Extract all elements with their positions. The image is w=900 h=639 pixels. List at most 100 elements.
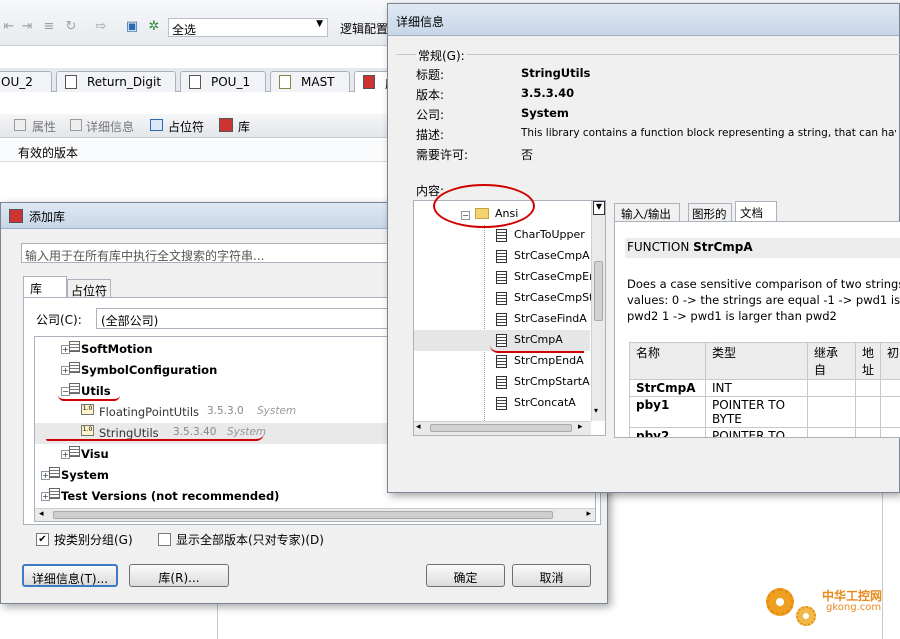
- documentation-panel: FUNCTION StrCmpA Does a case sensitive c…: [614, 221, 900, 438]
- tab-return-digit[interactable]: Return_Digit: [56, 71, 176, 92]
- col-header: 初: [880, 342, 900, 380]
- divider: [882, 490, 883, 639]
- category-icon: [69, 383, 80, 394]
- details-button[interactable]: 详细信息: [86, 118, 134, 135]
- contents-tree: − Ansi CharToUpper StrCaseCmpA StrCaseCm…: [413, 200, 606, 436]
- function-icon: [496, 397, 507, 410]
- vertical-scrollbar[interactable]: ▼ ▾: [591, 201, 605, 421]
- ok-button[interactable]: 确定: [426, 564, 505, 587]
- refresh-icon[interactable]: ↻: [64, 20, 78, 34]
- contents-item[interactable]: StrCaseCmpSta: [414, 288, 600, 309]
- tab-pou2[interactable]: OU_2: [0, 71, 52, 92]
- group-by-category-checkbox[interactable]: ✔: [36, 533, 49, 546]
- scroll-thumb[interactable]: [430, 424, 572, 432]
- io-table: 名称 类型 继承自 地址 初 StrCmpA INT pby1 POINTER TO…: [629, 342, 900, 437]
- table-row: pby1 POINTER TO BYTE: [629, 396, 900, 428]
- scroll-thumb[interactable]: [594, 261, 603, 321]
- chevron-down-icon[interactable]: ▼: [593, 201, 605, 215]
- select-all-value: 全选: [172, 23, 197, 37]
- details-button[interactable]: 详细信息(T)...: [22, 564, 118, 587]
- contents-item[interactable]: CharToUpper: [414, 225, 590, 246]
- cancel-button[interactable]: 取消: [512, 564, 591, 587]
- group-by-category-label: 按类别分组(G): [54, 533, 133, 547]
- show-all-versions-label: 显示全部版本(只对专家)(D): [176, 533, 324, 547]
- general-group: 常规(G):: [396, 47, 900, 176]
- contents-item[interactable]: StrConcatA: [414, 393, 590, 414]
- category-icon: [49, 488, 60, 499]
- field-key: 标题:: [416, 68, 445, 82]
- function-prefix: FUNCTION: [627, 240, 694, 254]
- details-dialog: 详细信息 常规(G): 标题: StringUtils 版本: 3.5.3.40…: [387, 3, 900, 493]
- doc-description: Does a case sensitive comparison of two …: [627, 277, 900, 323]
- task-icon: [279, 75, 291, 89]
- placeholder-icon: [150, 119, 163, 131]
- pou-icon: [189, 75, 201, 89]
- function-icon: [496, 250, 507, 263]
- library-button[interactable]: 库: [238, 118, 250, 135]
- scroll-thumb[interactable]: [53, 511, 553, 519]
- scroll-down-icon[interactable]: ▾: [594, 406, 598, 415]
- indent-icon[interactable]: ⇤: [2, 20, 16, 34]
- dialog-title: 详细信息: [396, 15, 445, 29]
- contents-item[interactable]: StrCmpStartA: [414, 372, 590, 393]
- function-icon: [496, 292, 507, 305]
- library-icon: [363, 75, 375, 89]
- library-repository-button[interactable]: 库(R)...: [129, 564, 229, 587]
- tab-documentation[interactable]: 文档: [735, 201, 777, 222]
- scroll-left-icon[interactable]: ◂: [39, 509, 44, 519]
- function-icon: [496, 376, 507, 389]
- tab-pou1[interactable]: POU_1: [180, 71, 266, 92]
- col-header: 名称: [629, 342, 706, 380]
- category-icon: [69, 446, 80, 457]
- category-icon: [69, 341, 80, 352]
- category-icon: [49, 467, 60, 478]
- horizontal-scrollbar[interactable]: ◂ ▸: [414, 421, 591, 435]
- library-icon: [9, 209, 23, 223]
- logic-config-label[interactable]: 逻辑配置: [340, 20, 388, 37]
- dialog-title: 添加库: [29, 210, 66, 224]
- tab-libraries[interactable]: 库: [23, 276, 67, 298]
- contents-item[interactable]: StrCaseCmpEnc: [414, 267, 602, 288]
- select-all-icon[interactable]: ✲: [147, 20, 161, 34]
- placeholder-button[interactable]: 占位符: [168, 118, 204, 135]
- field-key: 需要许可:: [416, 148, 469, 162]
- document-icon: [65, 75, 77, 89]
- divider: [217, 600, 218, 639]
- step-icon[interactable]: ⇨: [94, 20, 108, 34]
- table-row: StrCmpA INT: [629, 379, 900, 397]
- select-combo[interactable]: 全选 ▼: [168, 18, 328, 37]
- field-company-value: System: [521, 106, 569, 120]
- list-icon[interactable]: ≡: [42, 20, 56, 34]
- contents-item[interactable]: StrCmpEndA: [414, 351, 590, 372]
- scroll-right-icon[interactable]: ▸: [578, 422, 583, 432]
- tab-mast[interactable]: MAST: [270, 71, 350, 92]
- field-title-value: StringUtils: [521, 66, 591, 80]
- contents-item[interactable]: StrCaseFindA: [414, 309, 590, 330]
- outdent-icon[interactable]: ⇥: [20, 20, 34, 34]
- horizontal-scrollbar[interactable]: ◂ ▸: [35, 508, 595, 521]
- details-titlebar: 详细信息: [388, 4, 899, 36]
- annotation-underline: [58, 395, 120, 401]
- function-icon: [496, 229, 507, 242]
- field-key: 版本:: [416, 88, 445, 102]
- show-all-versions-checkbox[interactable]: [158, 533, 171, 546]
- scroll-left-icon[interactable]: ◂: [416, 422, 421, 432]
- col-header: 类型: [705, 342, 808, 380]
- scroll-right-icon[interactable]: ▸: [586, 509, 591, 519]
- tab-io[interactable]: 输入/输出: [614, 203, 680, 222]
- function-icon: [496, 313, 507, 326]
- col-header: 地址: [854, 342, 882, 380]
- library-version-icon: 1.0: [81, 404, 94, 415]
- details-icon: [70, 119, 82, 131]
- field-key: 公司:: [416, 108, 445, 122]
- tab-placeholders[interactable]: 占位符: [67, 279, 111, 298]
- chevron-down-icon[interactable]: ▼: [316, 19, 323, 29]
- tab-graphical[interactable]: 图形的: [688, 203, 732, 222]
- col-header: 继承自: [807, 342, 856, 380]
- annotation-underline: [46, 433, 264, 441]
- monitor-icon[interactable]: ▣: [125, 20, 139, 34]
- gear-icon: [796, 606, 816, 626]
- contents-item[interactable]: StrCaseCmpA: [414, 246, 590, 267]
- annotation-underline: [490, 345, 584, 353]
- properties-button[interactable]: 属性: [32, 118, 56, 135]
